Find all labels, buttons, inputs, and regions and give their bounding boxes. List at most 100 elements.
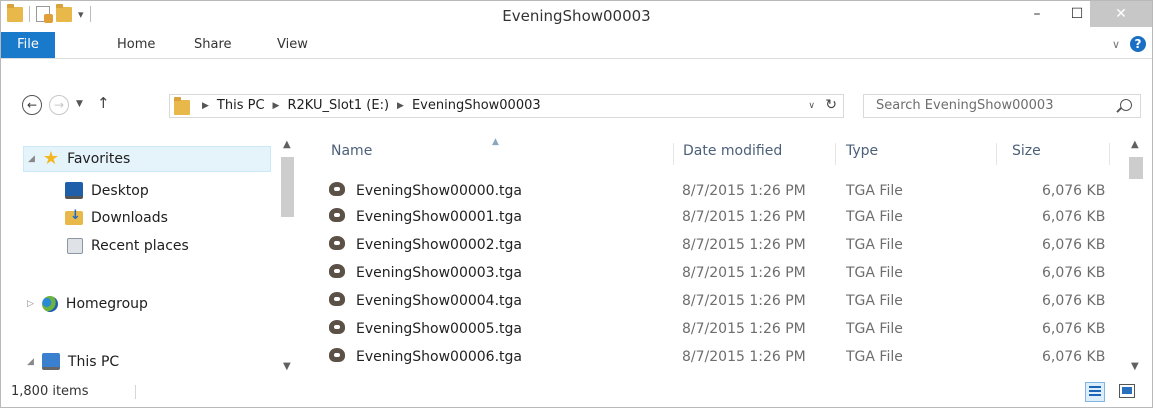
sidebar-item-this-pc[interactable]: ◢ This PC <box>27 353 119 370</box>
column-divider[interactable] <box>673 143 674 165</box>
sidebar-scrollbar[interactable]: ▲ ▼ <box>277 139 299 375</box>
file-size: 6,076 KB <box>1042 265 1106 281</box>
column-divider[interactable] <box>835 143 836 165</box>
column-header-type[interactable]: Type <box>846 143 878 167</box>
forward-button[interactable]: → <box>49 95 69 115</box>
status-bar: 1,800 items <box>1 377 1152 407</box>
expand-arrow-icon[interactable]: ▷ <box>27 299 34 309</box>
file-name: EveningShow00003.tga <box>356 265 522 281</box>
close-button[interactable]: ✕ <box>1090 1 1152 27</box>
sidebar-item-label: Recent places <box>91 238 189 254</box>
collapse-arrow-icon[interactable]: ◢ <box>27 357 34 367</box>
help-icon[interactable]: ? <box>1130 36 1146 52</box>
file-date: 8/7/2015 1:26 PM <box>682 237 806 253</box>
file-size: 6,076 KB <box>1042 237 1106 253</box>
chevron-right-icon[interactable]: ▶ <box>202 101 209 111</box>
file-type: TGA File <box>846 237 903 253</box>
table-row[interactable]: EveningShow00003.tga 8/7/2015 1:26 PM TG… <box>326 261 1116 287</box>
scroll-up-icon[interactable]: ▲ <box>283 139 291 150</box>
table-row[interactable]: EveningShow00000.tga 8/7/2015 1:26 PM TG… <box>326 179 1116 205</box>
scroll-up-icon[interactable]: ▲ <box>1131 139 1139 150</box>
file-date: 8/7/2015 1:26 PM <box>682 265 806 281</box>
file-date: 8/7/2015 1:26 PM <box>682 293 806 309</box>
file-type: TGA File <box>846 183 903 199</box>
search-icon[interactable] <box>1120 99 1132 111</box>
scrollbar-thumb[interactable] <box>1129 157 1143 179</box>
sidebar-item-label: Downloads <box>91 210 168 226</box>
tab-share[interactable]: Share <box>194 32 232 58</box>
breadcrumb-this-pc[interactable]: This PC <box>217 98 265 113</box>
file-type: TGA File <box>846 265 903 281</box>
file-date: 8/7/2015 1:26 PM <box>682 183 806 199</box>
column-divider[interactable] <box>1109 143 1110 165</box>
breadcrumb-drive[interactable]: R2KU_Slot1 (E:) <box>287 98 389 113</box>
file-name: EveningShow00006.tga <box>356 349 522 365</box>
details-view-icon[interactable] <box>1085 382 1105 402</box>
table-row[interactable]: EveningShow00002.tga 8/7/2015 1:26 PM TG… <box>326 233 1116 259</box>
gimp-file-icon <box>329 182 345 196</box>
breadcrumb: ▶ This PC ▶ R2KU_Slot1 (E:) ▶ EveningSho… <box>202 98 541 113</box>
explorer-window: ▾ EveningShow00003 – ☐ ✕ File Home Share… <box>0 0 1153 408</box>
gimp-file-icon <box>329 348 345 362</box>
file-list-scrollbar[interactable]: ▲ ▼ <box>1125 139 1147 375</box>
file-name: EveningShow00005.tga <box>356 321 522 337</box>
file-type: TGA File <box>846 349 903 365</box>
file-size: 6,076 KB <box>1042 183 1106 199</box>
sidebar-item-label: This PC <box>67 353 120 370</box>
file-size: 6,076 KB <box>1042 209 1106 225</box>
sidebar-item-label: Desktop <box>91 182 149 199</box>
file-size: 6,076 KB <box>1042 321 1106 337</box>
file-date: 8/7/2015 1:26 PM <box>682 321 806 337</box>
file-size: 6,076 KB <box>1042 349 1106 365</box>
recent-locations-icon[interactable]: ▼ <box>76 99 83 109</box>
sidebar-item-desktop[interactable]: Desktop <box>65 182 149 199</box>
downloads-icon <box>65 208 83 225</box>
scroll-down-icon[interactable]: ▼ <box>1131 361 1139 372</box>
tab-home[interactable]: Home <box>117 32 155 58</box>
search-placeholder: Search EveningShow00003 <box>876 98 1054 113</box>
tab-view[interactable]: View <box>277 32 308 58</box>
file-date: 8/7/2015 1:26 PM <box>682 349 806 365</box>
tab-file[interactable]: File <box>1 32 55 58</box>
back-button[interactable]: ← <box>22 95 42 115</box>
file-size: 6,076 KB <box>1042 293 1106 309</box>
gimp-file-icon <box>329 208 345 222</box>
breadcrumb-folder[interactable]: EveningShow00003 <box>412 98 541 113</box>
sidebar-item-homegroup[interactable]: ▷ Homegroup <box>27 296 148 312</box>
ribbon-tabs: File Home Share View <box>1 32 1152 59</box>
sidebar-item-downloads[interactable]: Downloads <box>65 208 168 226</box>
sidebar-item-recent-places[interactable]: Recent places <box>67 238 189 254</box>
expand-ribbon-icon[interactable]: ∨ <box>1112 38 1120 51</box>
chevron-down-icon[interactable]: ∨ <box>808 101 815 111</box>
homegroup-icon <box>41 296 58 312</box>
table-row[interactable]: EveningShow00006.tga 8/7/2015 1:26 PM TG… <box>326 345 1116 371</box>
sidebar-item-label: Favorites <box>67 151 131 167</box>
table-row[interactable]: EveningShow00004.tga 8/7/2015 1:26 PM TG… <box>326 289 1116 315</box>
column-header-size[interactable]: Size <box>1012 143 1041 167</box>
up-button[interactable]: ↑ <box>97 94 110 112</box>
recent-places-icon <box>67 238 83 254</box>
table-row[interactable]: EveningShow00005.tga 8/7/2015 1:26 PM TG… <box>326 317 1116 343</box>
item-count: 1,800 items <box>11 384 89 399</box>
column-header-date[interactable]: Date modified <box>683 143 782 167</box>
desktop-icon <box>65 182 83 199</box>
large-icons-view-icon[interactable] <box>1119 384 1135 398</box>
address-bar[interactable]: ▶ This PC ▶ R2KU_Slot1 (E:) ▶ EveningSho… <box>169 94 844 118</box>
scroll-down-icon[interactable]: ▼ <box>283 361 291 372</box>
sidebar-item-favorites[interactable]: ◢ ★ Favorites <box>23 146 271 172</box>
gimp-file-icon <box>329 236 345 250</box>
minimize-button[interactable]: – <box>1019 1 1055 27</box>
file-type: TGA File <box>846 321 903 337</box>
chevron-right-icon[interactable]: ▶ <box>397 101 404 111</box>
file-name: EveningShow00004.tga <box>356 293 522 309</box>
gimp-file-icon <box>329 320 345 334</box>
refresh-icon[interactable]: ↻ <box>825 97 837 113</box>
sort-ascending-icon: ▲ <box>492 137 499 147</box>
scrollbar-thumb[interactable] <box>281 157 294 217</box>
column-divider[interactable] <box>996 143 997 165</box>
column-header-name[interactable]: Name <box>331 143 372 167</box>
collapse-arrow-icon[interactable]: ◢ <box>28 154 35 164</box>
chevron-right-icon[interactable]: ▶ <box>273 101 280 111</box>
search-input[interactable]: Search EveningShow00003 <box>863 94 1141 118</box>
table-row[interactable]: EveningShow00001.tga 8/7/2015 1:26 PM TG… <box>326 205 1116 231</box>
